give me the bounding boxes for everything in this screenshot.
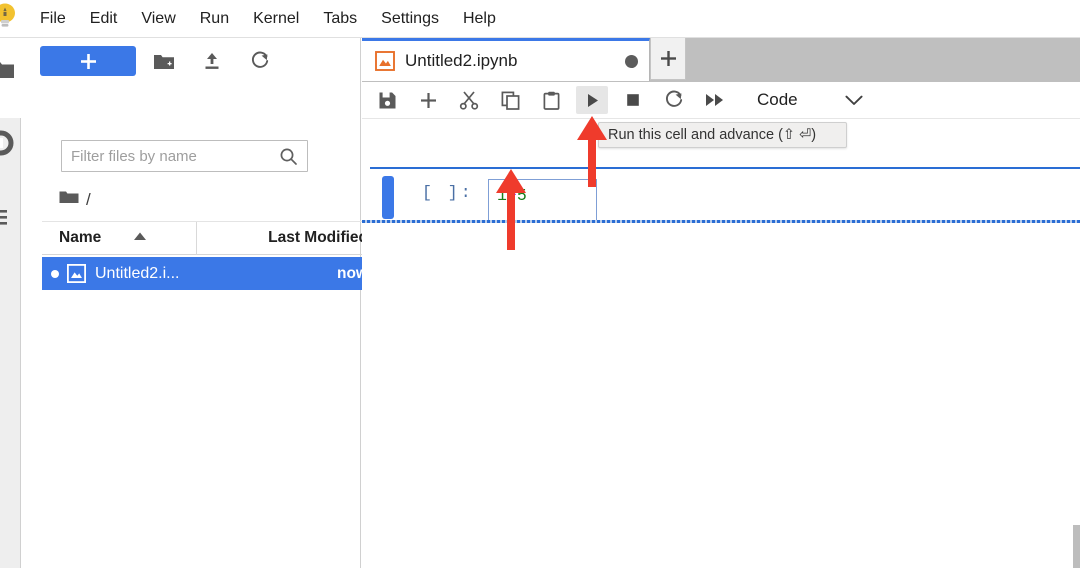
file-browser-toolbar: [21, 38, 361, 84]
folder-icon[interactable]: [0, 58, 16, 80]
menu-item-run[interactable]: Run: [188, 6, 241, 32]
menu-bar: File Edit View Run Kernel Tabs Settings …: [0, 0, 1080, 38]
breadcrumb[interactable]: /: [59, 186, 91, 212]
menu-item-help[interactable]: Help: [451, 6, 508, 32]
list-item-name: Untitled2.i...: [95, 264, 180, 282]
menu-item-tabs[interactable]: Tabs: [311, 6, 369, 32]
list-item[interactable]: Untitled2.i... now: [42, 257, 382, 290]
cut-cell-button[interactable]: [453, 86, 485, 114]
file-browser-panel: / Name Last Modified Untitled2.i... now: [21, 38, 382, 568]
notebook-icon: [375, 51, 395, 71]
run-button-tooltip: Run this cell and advance (⇧ ⏎): [598, 122, 847, 148]
filter-files-input-wrapper[interactable]: [61, 140, 308, 172]
new-tab-button[interactable]: [650, 38, 686, 80]
column-header-last-modified[interactable]: Last Modified: [197, 229, 382, 247]
interrupt-kernel-button[interactable]: [617, 86, 649, 114]
main-dock-area: Untitled2.ipynb Code []: 1 5: [362, 38, 1080, 568]
cell-prompt-label: [ ]:: [422, 183, 474, 202]
active-cell-indicator: [382, 176, 394, 219]
menu-item-settings[interactable]: Settings: [369, 6, 451, 32]
arrow-to-run-button: [576, 115, 608, 187]
jupyter-logo-icon: [0, 0, 20, 30]
search-icon: [279, 147, 298, 166]
save-button[interactable]: [371, 86, 403, 114]
filter-files-input[interactable]: [71, 147, 279, 165]
notebook-icon: [67, 264, 86, 283]
arrow-to-code-cell: [495, 168, 527, 250]
notebook-cell-area: [ ]: 1+5: [362, 119, 1080, 568]
vertical-scrollbar[interactable]: [1073, 525, 1080, 568]
column-header-name-label: Name: [59, 229, 102, 246]
run-cell-button[interactable]: [576, 86, 608, 114]
commands-list-icon[interactable]: [0, 208, 14, 226]
upload-files-button[interactable]: [192, 46, 232, 76]
cell-bottom-border: [362, 220, 1080, 223]
unsaved-circle-icon[interactable]: [625, 54, 638, 68]
notebook-toolbar: Code: [362, 82, 1080, 119]
menu-item-view[interactable]: View: [129, 6, 187, 32]
sort-ascending-icon: [133, 232, 147, 244]
notebook-tab-bar: Untitled2.ipynb: [362, 38, 1080, 82]
restart-kernel-button[interactable]: [658, 86, 690, 114]
refresh-file-list-button[interactable]: [240, 46, 280, 76]
cell-type-dropdown[interactable]: Code: [757, 90, 863, 110]
menu-item-file[interactable]: File: [28, 6, 78, 32]
rail-background: [0, 118, 21, 568]
copy-cell-button[interactable]: [494, 86, 526, 114]
breadcrumb-path[interactable]: /: [86, 191, 91, 208]
tab-untitled2-ipynb[interactable]: Untitled2.ipynb: [362, 38, 650, 81]
insert-cell-button[interactable]: [412, 86, 444, 114]
breadcrumb-root-folder-icon[interactable]: [59, 189, 79, 210]
menu-items: File Edit View Run Kernel Tabs Settings …: [28, 6, 508, 32]
tab-title: Untitled2.ipynb: [405, 51, 518, 70]
running-terminals-icon[interactable]: [0, 130, 14, 156]
new-folder-button[interactable]: [144, 46, 184, 76]
column-header-name[interactable]: Name: [42, 221, 197, 255]
jupyterlab-window: File Edit View Run Kernel Tabs Settings …: [0, 0, 1080, 568]
file-list-header: Name Last Modified: [42, 221, 382, 255]
menu-item-edit[interactable]: Edit: [78, 6, 130, 32]
paste-cell-button[interactable]: [535, 86, 567, 114]
restart-and-run-all-button[interactable]: [699, 86, 731, 114]
cell-type-value: Code: [757, 90, 798, 109]
chevron-down-icon: [845, 95, 863, 106]
menu-item-kernel[interactable]: Kernel: [241, 6, 311, 32]
cell-top-border: [370, 167, 1080, 169]
activity-sidebar-rail: [0, 38, 21, 568]
new-launcher-button[interactable]: [40, 46, 136, 76]
unsaved-dot-icon: [51, 269, 59, 278]
